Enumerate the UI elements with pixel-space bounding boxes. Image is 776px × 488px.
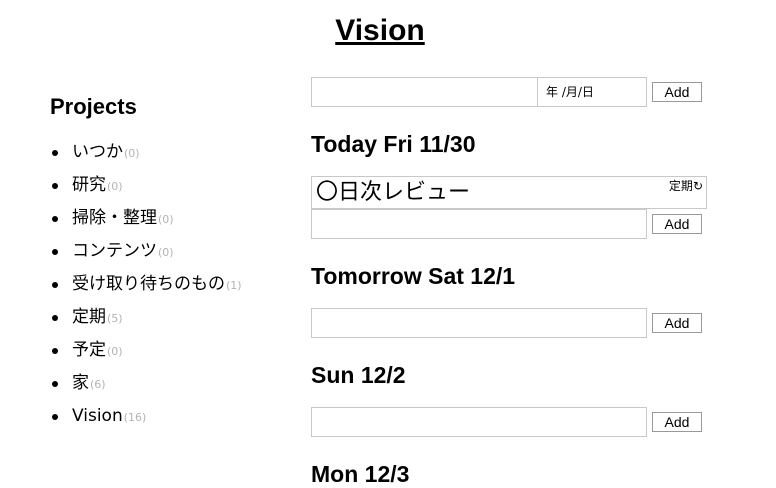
- task-tag-label: 定期: [668, 179, 693, 193]
- task-tag: 定期↻: [669, 179, 703, 193]
- projects-sidebar: Projects いつか(0) 研究(0) 掃除・整理(0) コンテンツ(0) …: [50, 94, 290, 439]
- bullet-icon: [52, 348, 58, 354]
- sidebar-item-vision[interactable]: Vision(16): [50, 406, 290, 439]
- project-list: いつか(0) 研究(0) 掃除・整理(0) コンテンツ(0) 受け取り待ちのもの…: [50, 142, 290, 439]
- sidebar-item-teiki[interactable]: 定期(5): [50, 307, 290, 340]
- tomorrow-add-button[interactable]: Add: [652, 313, 702, 333]
- sidebar-item-itsuka[interactable]: いつか(0): [50, 142, 290, 175]
- sidebar-item-kenkyu[interactable]: 研究(0): [50, 175, 290, 208]
- app-title: Vision: [335, 14, 425, 47]
- today-add-row: Add: [311, 209, 711, 239]
- sidebar-item-ie[interactable]: 家(6): [50, 373, 290, 406]
- sidebar-item-waiting[interactable]: 受け取り待ちのもの(1): [50, 274, 290, 307]
- project-count: (5): [107, 312, 123, 325]
- project-count: (0): [158, 213, 174, 226]
- bullet-icon: [52, 282, 58, 288]
- bullet-icon: [52, 414, 58, 420]
- tomorrow-task-input[interactable]: [311, 308, 647, 338]
- today-task-input[interactable]: [311, 209, 647, 239]
- date-field[interactable]: 年 /月/日: [537, 77, 647, 107]
- project-count: (0): [124, 147, 140, 160]
- project-count: (1): [226, 279, 242, 292]
- project-label: いつか: [72, 142, 123, 162]
- project-count: (0): [107, 180, 123, 193]
- sun-add-row: Add: [311, 407, 711, 437]
- today-add-button[interactable]: Add: [652, 214, 702, 234]
- project-label: 研究: [72, 175, 106, 195]
- day-heading-tomorrow: Tomorrow Sat 12/1: [311, 263, 516, 289]
- add-task-button[interactable]: Add: [652, 82, 702, 102]
- new-task-row: 年 /月/日 Add: [311, 77, 711, 107]
- project-count: (0): [107, 345, 123, 358]
- tomorrow-add-row: Add: [311, 308, 711, 338]
- project-label: 定期: [72, 307, 106, 327]
- project-count: (16): [123, 411, 147, 424]
- project-label: コンテンツ: [72, 241, 157, 261]
- date-placeholder: 年 /月/日: [546, 85, 594, 99]
- sun-add-button[interactable]: Add: [652, 412, 702, 432]
- bullet-icon: [52, 183, 58, 189]
- task-title: 〇日次レビュー: [316, 180, 471, 205]
- schedule-main: 年 /月/日 Add Today Fri 11/30 〇日次レビュー 定期↻ A…: [311, 77, 711, 488]
- bullet-icon: [52, 315, 58, 321]
- sun-task-input[interactable]: [311, 407, 647, 437]
- bullet-icon: [52, 249, 58, 255]
- project-label: Vision: [72, 406, 123, 426]
- project-count: (0): [158, 246, 174, 259]
- day-heading-sun: Sun 12/2: [311, 362, 406, 388]
- projects-heading: Projects: [50, 94, 137, 119]
- project-count: (6): [90, 378, 106, 391]
- task-item[interactable]: 〇日次レビュー 定期↻: [311, 176, 707, 209]
- day-heading-mon: Mon 12/3: [311, 461, 410, 487]
- day-heading-today: Today Fri 11/30: [311, 131, 476, 157]
- sidebar-item-yotei[interactable]: 予定(0): [50, 340, 290, 373]
- project-label: 掃除・整理: [72, 208, 157, 228]
- project-label: 受け取り待ちのもの: [72, 274, 225, 294]
- repeat-icon: ↻: [692, 179, 703, 193]
- bullet-icon: [52, 381, 58, 387]
- bullet-icon: [52, 150, 58, 156]
- bullet-icon: [52, 216, 58, 222]
- new-task-input[interactable]: [311, 77, 538, 107]
- project-label: 予定: [72, 340, 106, 360]
- sidebar-item-contents[interactable]: コンテンツ(0): [50, 241, 290, 274]
- project-label: 家: [72, 373, 89, 393]
- sidebar-item-souji-seiri[interactable]: 掃除・整理(0): [50, 208, 290, 241]
